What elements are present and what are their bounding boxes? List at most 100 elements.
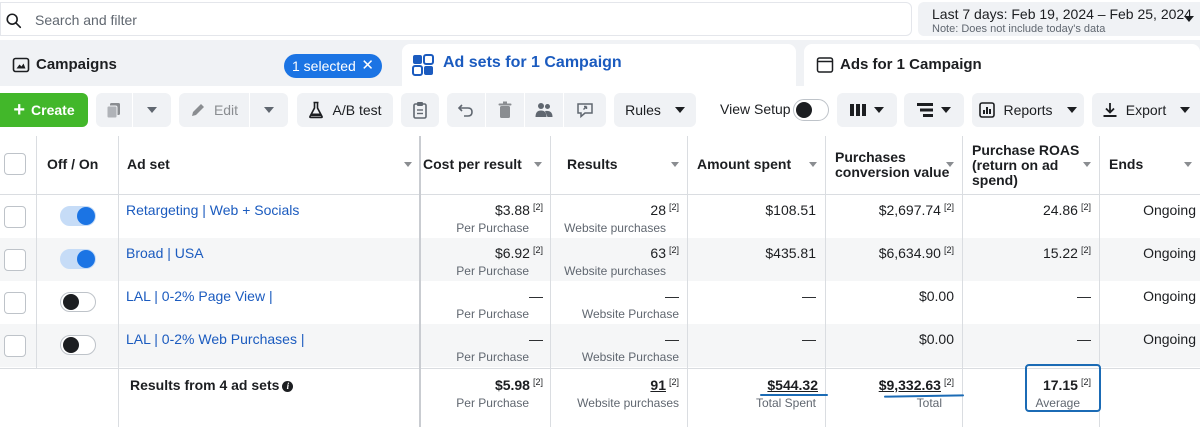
table-row[interactable]: LAL | 0-2% Page View | — Per Purchase — … <box>0 281 1200 324</box>
toggle-knob <box>77 250 95 268</box>
undo-button[interactable] <box>447 93 485 127</box>
ab-test-button[interactable]: A/B test <box>297 93 393 127</box>
column-purchases-cv-line2: conversion value <box>835 164 950 180</box>
row-toggle-off[interactable] <box>60 335 96 355</box>
tab-ad-sets[interactable]: Ad sets for 1 Campaign <box>402 44 796 86</box>
date-range-note: Note: Does not include today's data <box>932 23 1106 35</box>
chevron-down-icon <box>874 107 884 113</box>
column-purchases-cv-line1: Purchases <box>835 149 906 165</box>
tab-ads[interactable]: Ads for 1 Campaign <box>804 44 1200 86</box>
table-row[interactable]: Retargeting | Web + Socials $3.88 [2] Per… <box>0 195 1200 238</box>
column-ad-set[interactable]: Ad set <box>118 136 420 194</box>
cost-per-result-sub: Per Purchase <box>456 221 529 235</box>
people-icon <box>535 103 553 117</box>
column-purchase-roas[interactable]: Purchase ROAS (return on ad spend) <box>962 136 1099 194</box>
download-icon <box>1103 103 1117 117</box>
clipboard-icon <box>413 102 427 119</box>
edit-button[interactable]: Edit <box>179 93 249 127</box>
search-input[interactable] <box>35 9 895 31</box>
amount-spent-value: — <box>802 331 816 347</box>
sort-icon <box>534 162 542 167</box>
table-row[interactable]: LAL | 0-2% Web Purchases | — Per Purchas… <box>0 324 1200 367</box>
results-value: — <box>665 331 679 347</box>
results-value: — <box>665 288 679 304</box>
row-checkbox[interactable] <box>4 292 26 314</box>
export-label: Export <box>1125 102 1167 118</box>
info-icon[interactable]: i <box>282 380 294 392</box>
export-button[interactable]: Export <box>1092 93 1200 127</box>
cost-per-result-value: — <box>529 331 543 347</box>
conversion-value: $0.00 <box>918 288 954 304</box>
search-box[interactable] <box>0 2 912 36</box>
sort-icon <box>404 162 412 167</box>
column-ends-label: Ends <box>1109 156 1144 172</box>
divider <box>118 136 119 427</box>
clipboard-button[interactable] <box>401 93 439 127</box>
create-button[interactable]: + Create <box>0 93 88 127</box>
ad-set-name-link[interactable]: LAL | 0-2% Web Purchases | <box>126 331 304 347</box>
columns-button[interactable] <box>837 93 897 127</box>
preview-button[interactable] <box>564 93 606 127</box>
cost-per-result-sub: Per Purchase <box>456 264 529 278</box>
toggle-knob <box>77 207 95 225</box>
search-icon <box>6 13 22 29</box>
selected-count-badge[interactable]: 1 selected ✕ <box>284 54 382 78</box>
tab-campaigns[interactable]: Campaigns 1 selected ✕ <box>0 44 394 86</box>
summary-row: Results from 4 ad sets i $5.98 [2] Per Pur… <box>0 368 1200 427</box>
ad-set-name-link[interactable]: LAL | 0-2% Page View | <box>126 288 273 304</box>
results-sub: Website purchases <box>564 264 666 278</box>
select-all-checkbox[interactable] <box>4 153 26 175</box>
ad-sets-grid-icon <box>412 54 434 76</box>
breakdown-button[interactable] <box>904 93 964 127</box>
conversion-value: $0.00 <box>918 331 954 347</box>
column-cost-per-result[interactable]: Cost per result <box>420 136 550 194</box>
column-results[interactable]: Results <box>550 136 687 194</box>
divider <box>0 368 1200 369</box>
chevron-down-icon <box>1066 107 1077 113</box>
tab-campaigns-label: Campaigns <box>36 56 117 73</box>
campaign-folder-icon <box>12 57 30 73</box>
ends-value: Ongoing <box>1143 331 1196 347</box>
amount-spent-value: $108.51 <box>765 202 816 218</box>
row-checkbox[interactable] <box>4 249 26 271</box>
date-range-picker[interactable]: Last 7 days: Feb 19, 2024 – Feb 25, 2024… <box>918 2 1200 36</box>
column-ends[interactable]: Ends <box>1099 136 1200 194</box>
row-toggle-on[interactable] <box>60 249 96 269</box>
ad-set-name-link[interactable]: Retargeting | Web + Socials <box>126 202 299 218</box>
undo-icon <box>457 104 473 117</box>
chevron-down-icon <box>941 107 951 113</box>
audience-button[interactable] <box>525 93 563 127</box>
results-sub: Website purchases <box>564 221 666 235</box>
top-bar: Last 7 days: Feb 19, 2024 – Feb 25, 2024… <box>0 0 1200 40</box>
roas-value: — <box>1077 288 1091 304</box>
view-setup-toggle[interactable] <box>793 99 829 121</box>
summary-results-sub: Website purchases <box>577 396 679 410</box>
summary-amount-spent: $544.32 <box>767 377 818 393</box>
table-row[interactable]: Broad | USA $6.92 [2] Per Purchase 63 [2] … <box>0 238 1200 281</box>
duplicate-button[interactable] <box>96 93 132 127</box>
clear-selection-icon[interactable]: ✕ <box>361 54 374 78</box>
ends-value: Ongoing <box>1143 202 1196 218</box>
ends-value: Ongoing <box>1143 288 1196 304</box>
table-header: Off / On Ad set Cost per result Results … <box>0 136 1200 194</box>
row-toggle-on[interactable] <box>60 206 96 226</box>
row-checkbox[interactable] <box>4 206 26 228</box>
breakdown-icon <box>917 103 933 117</box>
edit-dropdown-button[interactable] <box>250 93 288 127</box>
column-roas-line2: (return on ad <box>972 157 1059 173</box>
annotation-box <box>1025 364 1101 412</box>
reports-button[interactable]: Reports <box>972 93 1084 127</box>
rules-button[interactable]: Rules <box>614 93 696 127</box>
row-checkbox[interactable] <box>4 335 26 357</box>
sort-icon <box>671 162 679 167</box>
tab-ad-sets-label: Ad sets for 1 Campaign <box>443 54 622 71</box>
amount-spent-value: — <box>802 288 816 304</box>
column-purchases-conversion-value[interactable]: Purchases conversion value <box>825 136 962 194</box>
delete-button[interactable] <box>486 93 524 127</box>
duplicate-dropdown-button[interactable] <box>133 93 171 127</box>
row-toggle-off[interactable] <box>60 292 96 312</box>
column-amount-spent[interactable]: Amount spent <box>687 136 825 194</box>
conversion-value: $2,697.74 [2] <box>878 202 954 218</box>
ad-set-name-link[interactable]: Broad | USA <box>126 245 204 261</box>
column-cost-per-result-label: Cost per result <box>423 156 522 172</box>
